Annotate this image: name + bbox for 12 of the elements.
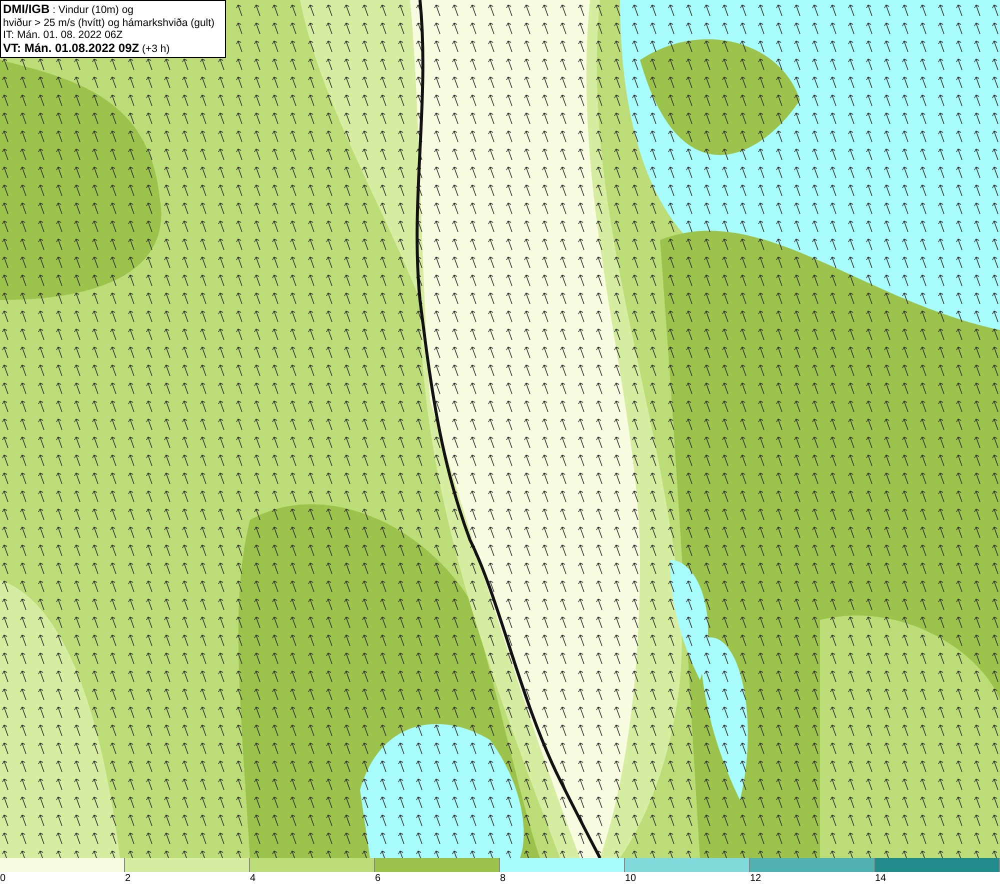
legend-tick-label: 8 [500,873,506,885]
legend-tick-label: 2 [125,873,131,885]
legend-tick-label: 14 [875,873,886,885]
title-line: IT: Mán. 01. 08. 2022 06Z [3,29,124,42]
title-line: VT: Mán. 01.08.2022 09Z (+3 h) [3,42,171,55]
legend-tick-label: 12 [750,873,762,885]
legend-tick-label: 0 [0,873,6,885]
legend-tick-label: 6 [375,873,381,885]
title-line: DMI/IGB : Vindur (10m) og [3,3,135,16]
legend-tick-label: 4 [250,873,256,885]
legend-tick-label: 10 [625,873,636,885]
title-line: hviður > 25 m/s (hvítt) og hámarkshviða (gult) [3,16,216,29]
